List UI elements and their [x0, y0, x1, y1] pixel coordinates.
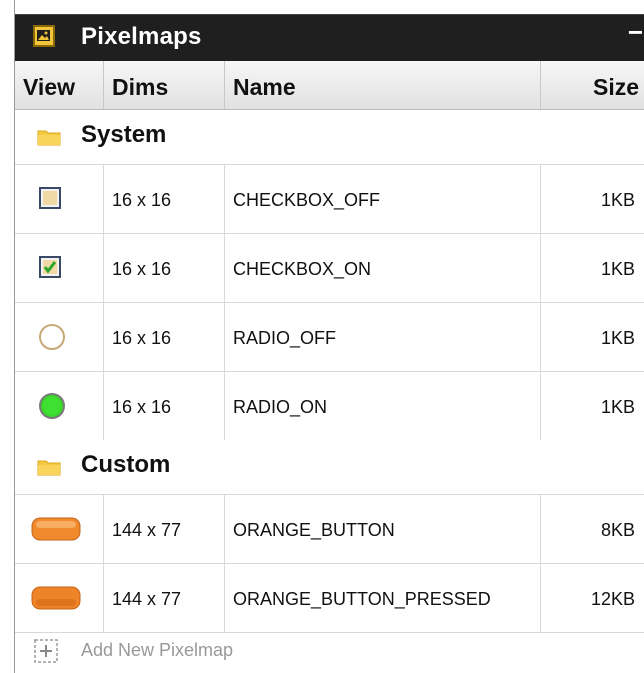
size-cell: 1KB [600, 259, 635, 279]
column-header-size[interactable]: Size [541, 61, 644, 109]
orange-button-pressed-icon [31, 586, 81, 610]
radio-on-icon [39, 393, 65, 419]
dims-cell: 16 x 16 [104, 165, 225, 233]
orange-button-icon [31, 517, 81, 541]
group-label: Custom [81, 451, 171, 478]
name-cell: RADIO_OFF [225, 303, 541, 371]
size-cell: 1KB [600, 397, 635, 417]
dims-cell: 144 x 77 [104, 495, 225, 563]
size-cell: 1KB [600, 190, 635, 210]
name-cell: ORANGE_BUTTON_PRESSED [225, 564, 541, 632]
image-icon [33, 25, 55, 47]
folder-icon [37, 458, 61, 481]
table-header: View Dims Name Size [15, 61, 644, 110]
panel-title: Pixelmaps [81, 23, 202, 50]
panel-titlebar: Pixelmaps − [15, 14, 644, 61]
table-row[interactable]: 16 x 16 CHECKBOX_OFF 1KB [15, 165, 644, 234]
group-custom[interactable]: Custom [15, 440, 644, 495]
table-row[interactable]: 16 x 16 CHECKBOX_ON 1KB [15, 234, 644, 303]
dims-cell: 16 x 16 [104, 234, 225, 302]
size-cell: 12KB [590, 589, 635, 609]
size-cell: 8KB [600, 520, 635, 540]
checkbox-off-icon [39, 187, 61, 209]
group-label: System [81, 121, 167, 148]
table-row[interactable]: 16 x 16 RADIO_OFF 1KB [15, 303, 644, 372]
folder-icon [37, 128, 61, 151]
minimize-button[interactable]: − [628, 17, 643, 47]
column-header-view[interactable]: View [15, 61, 104, 109]
size-cell: 1KB [600, 328, 635, 348]
radio-off-icon [39, 324, 65, 350]
dims-cell: 16 x 16 [104, 372, 225, 440]
column-header-dims[interactable]: Dims [104, 61, 225, 109]
name-cell: ORANGE_BUTTON [225, 495, 541, 563]
add-pixelmap-label: Add New Pixelmap [81, 640, 234, 660]
checkbox-on-icon [39, 256, 61, 278]
name-cell: RADIO_ON [225, 372, 541, 440]
pixelmaps-panel: Pixelmaps − View Dims Name Size System 1… [14, 0, 644, 673]
table-row[interactable]: 144 x 77 ORANGE_BUTTON 8KB [15, 495, 644, 564]
add-pixelmap-button[interactable]: Add New Pixelmap [15, 632, 644, 673]
name-cell: CHECKBOX_ON [225, 234, 541, 302]
name-cell: CHECKBOX_OFF [225, 165, 541, 233]
dims-cell: 16 x 16 [104, 303, 225, 371]
column-header-name[interactable]: Name [225, 61, 541, 109]
table-row[interactable]: 16 x 16 RADIO_ON 1KB [15, 372, 644, 441]
group-system[interactable]: System [15, 110, 644, 165]
table-row[interactable]: 144 x 77 ORANGE_BUTTON_PRESSED 12KB [15, 564, 644, 633]
add-icon [34, 639, 58, 663]
dims-cell: 144 x 77 [104, 564, 225, 632]
